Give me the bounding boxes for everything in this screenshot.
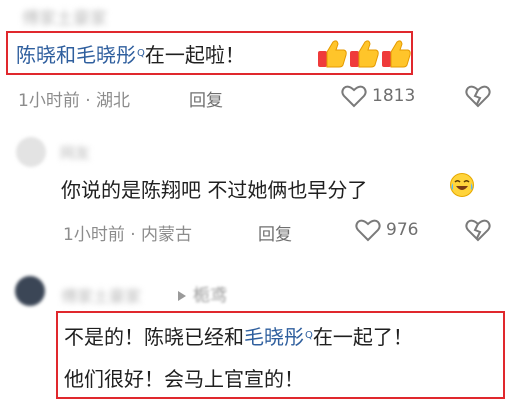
- search-link[interactable]: 陈晓和毛晓彤: [16, 43, 136, 67]
- comment-time: 1小时前: [18, 91, 80, 111]
- play-arrow-icon: [177, 287, 187, 306]
- dislike-icon[interactable]: [465, 218, 491, 242]
- comment-location: 内蒙古: [141, 225, 193, 245]
- avatar[interactable]: [15, 276, 45, 306]
- search-link[interactable]: 毛晓彤: [244, 325, 304, 349]
- avatar[interactable]: [16, 137, 46, 167]
- comment-text-line: 他们很好！会马上官宣的！: [64, 367, 304, 391]
- reply-button[interactable]: 回复: [189, 86, 223, 111]
- comment-time: 1小时前: [63, 225, 125, 245]
- comment-username[interactable]: 网友: [60, 142, 90, 163]
- comment-text: 你说的是陈翔吧 不过她俩也早分了: [61, 178, 368, 202]
- comment-username[interactable]: 傅家土豪家: [61, 283, 141, 307]
- comment-location: 湖北: [96, 91, 131, 111]
- thumbs-up-icon: [316, 38, 412, 74]
- reply-to-name: 栀鸢: [193, 286, 227, 306]
- reply-to-username[interactable]: 栀鸢: [193, 281, 227, 306]
- search-icon[interactable]: Q: [305, 330, 313, 341]
- reply-button[interactable]: 回复: [258, 220, 292, 245]
- heart-icon[interactable]: [341, 84, 367, 108]
- like-count: 1813: [372, 86, 416, 106]
- comment-text-part: 在一起了！: [312, 325, 413, 349]
- comment-text-line: 不是的！陈晓已经和毛晓彤Q在一起了！: [64, 321, 413, 350]
- comment-meta: 1小时前 · 内蒙古: [63, 225, 193, 245]
- like-count: 976: [386, 220, 419, 240]
- comment-text-part: 不是的！陈晓已经和: [64, 325, 244, 349]
- search-icon[interactable]: Q: [137, 48, 145, 59]
- heart-icon[interactable]: [355, 218, 381, 242]
- comment-meta: 1小时前 · 湖北: [18, 91, 131, 111]
- comment-text: 陈晓和毛晓彤Q在一起啦！: [16, 39, 245, 68]
- crying-laugh-icon: [449, 172, 475, 202]
- dislike-icon[interactable]: [465, 84, 491, 108]
- comment-username[interactable]: 傅家土豪家: [22, 4, 107, 29]
- comment-text-rest: 在一起啦！: [144, 43, 245, 67]
